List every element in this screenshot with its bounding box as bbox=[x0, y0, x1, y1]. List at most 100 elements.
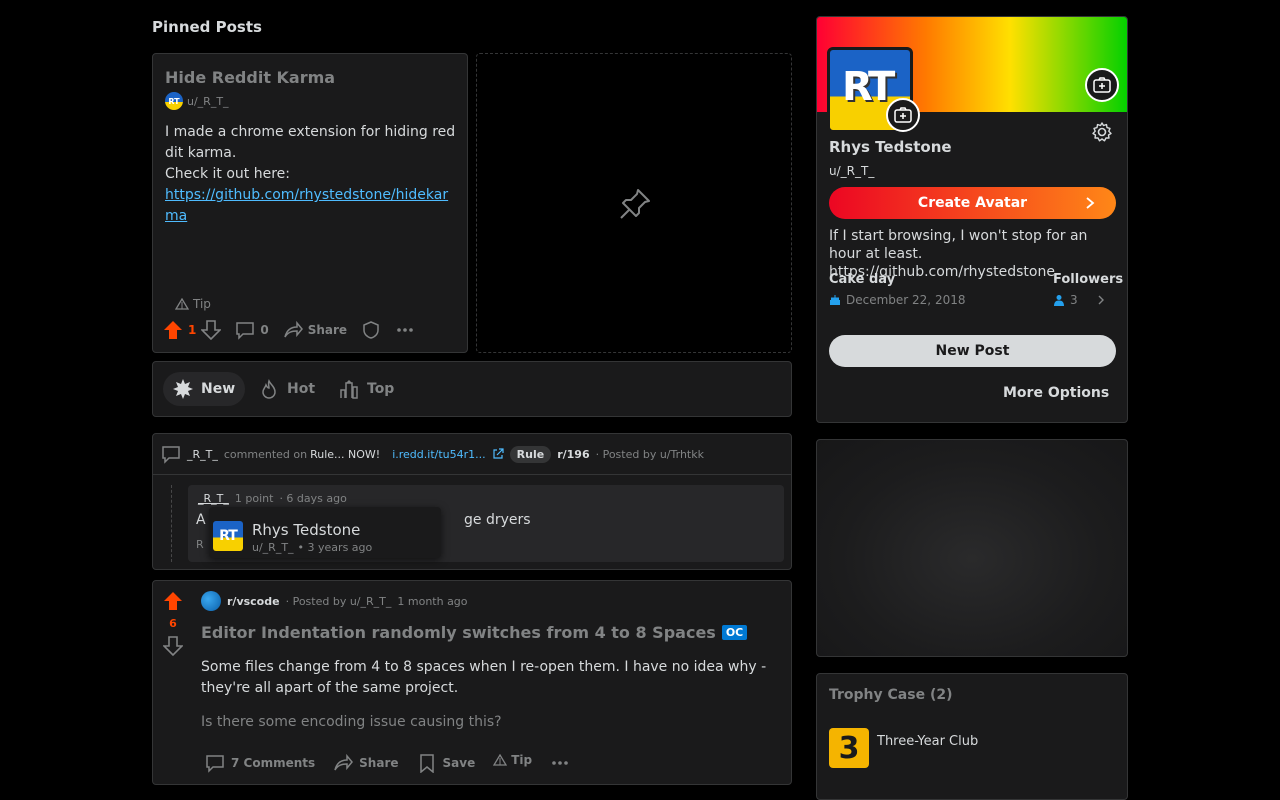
add-avatar-button[interactable] bbox=[886, 98, 920, 132]
sort-new-button[interactable]: New bbox=[163, 372, 246, 406]
trophy-case-heading: Trophy Case (2) bbox=[829, 687, 953, 703]
shield-icon[interactable] bbox=[361, 320, 381, 340]
post-body: Some files change from 4 to 8 spaces whe… bbox=[201, 659, 767, 696]
save-label: Save bbox=[442, 756, 476, 770]
body-text: I made a chrome extension for hiding red… bbox=[165, 124, 456, 161]
share-label: Share bbox=[359, 756, 399, 770]
body-text: Check it out here: bbox=[165, 166, 290, 182]
external-link[interactable]: i.redd.it/tu54r1... bbox=[392, 448, 485, 461]
external-link-icon[interactable] bbox=[492, 448, 504, 460]
commented-on-text: commented on bbox=[223, 447, 308, 461]
ad-placeholder bbox=[816, 439, 1128, 657]
post-card[interactable]: 6 r/vscode · Posted by u/_R_T_ 1 month a… bbox=[152, 580, 792, 785]
sort-bar: New Hot Top bbox=[152, 361, 792, 417]
hover-account-age: • 3 years ago bbox=[297, 541, 373, 554]
upvote-icon[interactable] bbox=[163, 320, 183, 340]
comment-icon bbox=[162, 446, 180, 464]
user-hover-card[interactable]: RT Rhys Tedstone u/_R_T_ • 3 years ago bbox=[209, 507, 441, 558]
comment-text-start: A bbox=[196, 512, 206, 528]
comments-button[interactable]: 7 Comments bbox=[205, 753, 315, 773]
hover-user-name[interactable]: Rhys Tedstone bbox=[252, 521, 360, 539]
comment-count: 0 bbox=[260, 323, 269, 337]
sort-hot-button[interactable]: Hot bbox=[249, 372, 325, 406]
followers-label: Followers bbox=[1053, 272, 1124, 287]
sort-top-button[interactable]: Top bbox=[329, 372, 404, 406]
cake-day-date: December 22, 2018 bbox=[846, 293, 966, 307]
tip-button[interactable]: Tip bbox=[175, 297, 211, 311]
avatar-initials: RT bbox=[842, 64, 895, 110]
more-options-icon[interactable] bbox=[550, 753, 570, 773]
post-title[interactable]: Editor Indentation randomly switches fro… bbox=[201, 623, 716, 642]
tip-icon bbox=[175, 298, 189, 310]
share-button[interactable]: Share bbox=[283, 320, 347, 340]
gear-icon[interactable] bbox=[1091, 121, 1113, 143]
profile-username: u/_R_T_ bbox=[829, 164, 875, 178]
comment-user[interactable]: _R_T_ bbox=[198, 492, 229, 505]
comment-time: · 6 days ago bbox=[279, 492, 347, 505]
pin-icon bbox=[620, 189, 650, 219]
camera-plus-icon bbox=[1093, 77, 1111, 93]
pinned-post-title[interactable]: Hide Reddit Karma bbox=[165, 68, 335, 87]
followers-count: 3 bbox=[1070, 293, 1078, 307]
comment-author[interactable]: _R_T_ bbox=[187, 448, 218, 461]
comment-text-end: ge dryers bbox=[464, 512, 531, 528]
subreddit-icon[interactable] bbox=[201, 591, 221, 611]
vote-count: 1 bbox=[188, 323, 197, 337]
add-banner-button[interactable] bbox=[1085, 68, 1119, 102]
profile-name: Rhys Tedstone bbox=[829, 138, 952, 156]
followers-link[interactable]: 3 bbox=[1053, 293, 1105, 307]
pinned-post-card[interactable]: Hide Reddit Karma RT u/_R_T_ I made a ch… bbox=[152, 53, 468, 353]
comments-button[interactable]: 0 bbox=[235, 320, 269, 340]
share-button[interactable]: Share bbox=[333, 753, 399, 773]
post-time: 1 month ago bbox=[397, 594, 468, 608]
github-link[interactable]: https://github.com/rhystedstone/hidekarm… bbox=[165, 187, 448, 224]
create-avatar-label: Create Avatar bbox=[917, 195, 1028, 211]
profile-card: RT Rhys Tedstone u/_R_T_ Create Avatar I… bbox=[816, 16, 1128, 423]
post-body-faded: Is there some encoding issue causing thi… bbox=[201, 714, 502, 730]
cake-day-label: Cake day bbox=[829, 272, 896, 287]
tip-button[interactable]: Tip bbox=[493, 753, 532, 767]
trophy-name: Three-Year Club bbox=[877, 733, 979, 749]
trophy-case-card: Trophy Case (2) 3 Three-Year Club bbox=[816, 673, 1128, 800]
sort-label: Top bbox=[367, 381, 395, 397]
sort-label: New bbox=[201, 381, 236, 397]
posted-by-text: · Posted by u/_R_T_ bbox=[285, 594, 392, 608]
bookmark-icon bbox=[419, 754, 434, 773]
new-post-button[interactable]: New Post bbox=[829, 335, 1116, 367]
sort-label: Hot bbox=[287, 381, 316, 397]
camera-plus-icon bbox=[894, 107, 912, 123]
flair-badge: Rule bbox=[509, 445, 552, 463]
posted-by-text: · Posted by u/Trhtkk bbox=[595, 447, 704, 461]
comment-icon bbox=[206, 755, 224, 773]
empty-pin-slot bbox=[476, 53, 792, 353]
trophy-item[interactable]: 3 Three-Year Club bbox=[829, 728, 978, 768]
tip-label: Tip bbox=[511, 753, 533, 767]
post-title-link[interactable]: Rule... NOW! bbox=[310, 448, 380, 461]
person-icon bbox=[1054, 295, 1064, 306]
cake-icon bbox=[830, 295, 840, 305]
more-options-icon[interactable] bbox=[395, 320, 415, 340]
new-post-label: New Post bbox=[935, 343, 1010, 359]
pinned-post-author[interactable]: RT u/_R_T_ bbox=[165, 92, 229, 110]
share-icon bbox=[283, 320, 303, 338]
create-avatar-button[interactable]: Create Avatar bbox=[829, 187, 1116, 219]
oc-flair-badge: OC bbox=[721, 625, 748, 640]
more-options-button[interactable]: More Options bbox=[1003, 385, 1109, 401]
upvote-icon[interactable] bbox=[163, 591, 183, 611]
thread-line[interactable] bbox=[171, 485, 172, 562]
share-label: Share bbox=[307, 323, 348, 337]
comment-icon bbox=[236, 322, 255, 340]
chevron-right-icon bbox=[1098, 295, 1104, 305]
subreddit-link[interactable]: r/vscode bbox=[227, 595, 280, 608]
chevron-right-icon bbox=[1086, 197, 1095, 209]
top-chart-icon bbox=[340, 380, 358, 399]
flame-icon bbox=[262, 379, 276, 399]
author-name: u/_R_T_ bbox=[187, 94, 229, 108]
downvote-icon[interactable] bbox=[201, 320, 222, 340]
downvote-icon[interactable] bbox=[163, 636, 183, 656]
subreddit-link[interactable]: r/196 bbox=[557, 448, 589, 461]
save-button[interactable]: Save bbox=[417, 753, 476, 773]
pinned-posts-heading: Pinned Posts bbox=[152, 18, 262, 36]
comment-reply-initial: R bbox=[196, 538, 204, 551]
vote-count: 6 bbox=[169, 617, 177, 630]
